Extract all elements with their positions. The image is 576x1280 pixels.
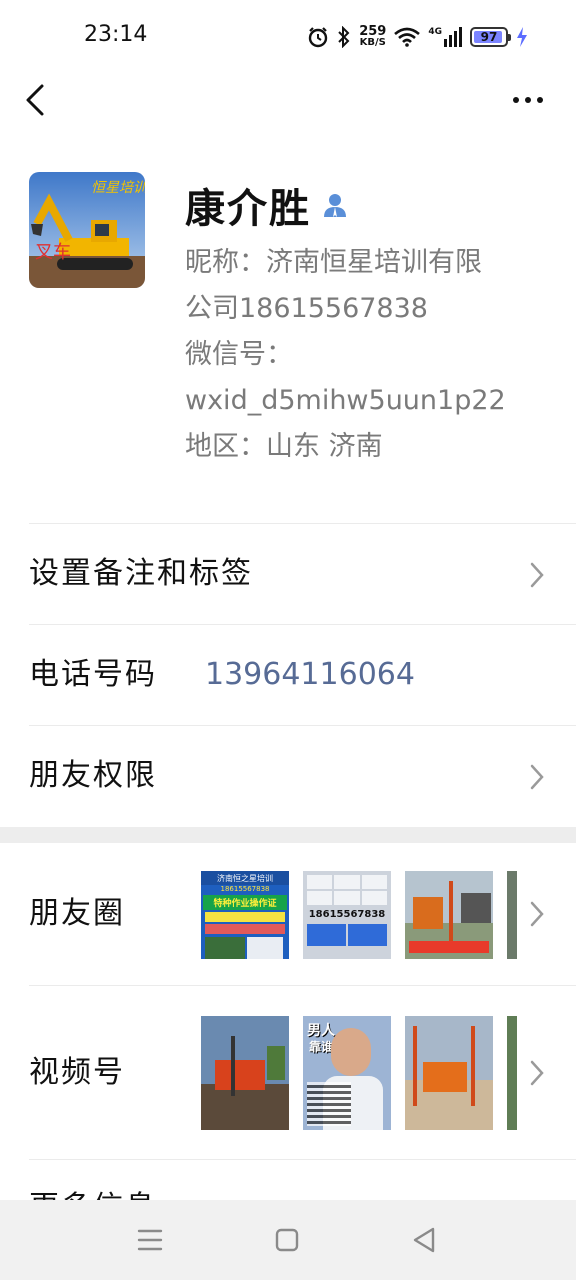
chevron-right-icon [530,764,544,790]
moments-row[interactable]: 朋友圈 济南恒之星培训 18615567838 特种作业操作证 18615567… [29,843,576,985]
phone-number-link[interactable]: 13964116064 [205,625,415,725]
remark-tags-row[interactable]: 设置备注和标签 [29,523,576,624]
chevron-right-icon [530,1060,544,1086]
nickname-line-2: 公司18615567838 [185,293,428,324]
charging-icon [517,27,527,47]
more-options-button[interactable] [510,88,546,112]
friend-permissions-row[interactable]: 朋友权限 [29,725,576,826]
moments-thumbnail[interactable]: 18615567838 [303,871,391,959]
chevron-right-icon [530,901,544,927]
moments-thumbnail[interactable]: 济南恒之星培训 18615567838 特种作业操作证 [201,871,289,959]
phone-row[interactable]: 电话号码 13964116064 [29,624,576,725]
channel-thumbnail[interactable] [405,1016,493,1130]
phone-label: 电话号码 [29,657,157,692]
cell-signal-icon: 4G [428,27,462,47]
wechat-id-label: 微信号： [185,339,293,370]
home-icon[interactable] [269,1222,305,1258]
region: 地区：山东 济南 [185,431,383,462]
battery-icon: 97 [470,27,511,47]
svg-text:恒星培训: 恒星培训 [91,180,145,196]
chevron-right-icon [530,562,544,588]
nickname-line-1: 昵称：济南恒星培训有限 [185,247,482,278]
channels-label: 视频号 [29,1055,125,1090]
profile-name-row: 康介胜 [185,176,349,234]
avatar[interactable]: 恒星培训 叉车 [29,172,145,288]
status-time: 23:14 [84,22,148,47]
status-bar: 23:14 259 KB/S 4G 97 [0,0,576,72]
excavator-avatar-image: 恒星培训 叉车 [29,172,145,288]
status-icons: 259 KB/S 4G 97 [307,22,528,52]
alarm-icon [309,27,328,48]
moments-thumbnail[interactable] [405,871,493,959]
remark-tags-label: 设置备注和标签 [29,556,253,591]
network-speed: 259 KB/S [359,24,387,48]
moments-thumbnails: 济南恒之星培训 18615567838 特种作业操作证 18615567838 [201,871,517,959]
moments-thumbnail[interactable] [507,871,517,959]
system-navigation-bar [0,1200,576,1280]
profile-info: 昵称：济南恒星培训有限 公司18615567838 微信号： wxid_d5mi… [185,240,525,470]
menu-icon[interactable] [132,1222,168,1258]
wifi-icon [394,27,421,47]
channel-thumbnail[interactable] [507,1016,517,1130]
channel-thumbnail[interactable] [201,1016,289,1130]
contact-name: 康介胜 [185,185,311,232]
friend-permissions-label: 朋友权限 [29,758,157,793]
svg-text:叉车: 叉车 [35,242,71,263]
channels-thumbnails: 男人 靠谁 [201,1016,517,1130]
wechat-id-value[interactable]: wxid_d5mihw5uun1p22 [185,378,525,424]
section-divider [0,827,576,843]
bluetooth-icon [338,26,350,48]
channels-row[interactable]: 视频号 男人 靠谁 [29,985,576,1160]
moments-label: 朋友圈 [29,896,125,931]
user-icon [324,194,346,217]
channel-thumbnail[interactable]: 男人 靠谁 [303,1016,391,1130]
back-button[interactable] [20,82,56,118]
back-triangle-icon[interactable] [406,1222,442,1258]
